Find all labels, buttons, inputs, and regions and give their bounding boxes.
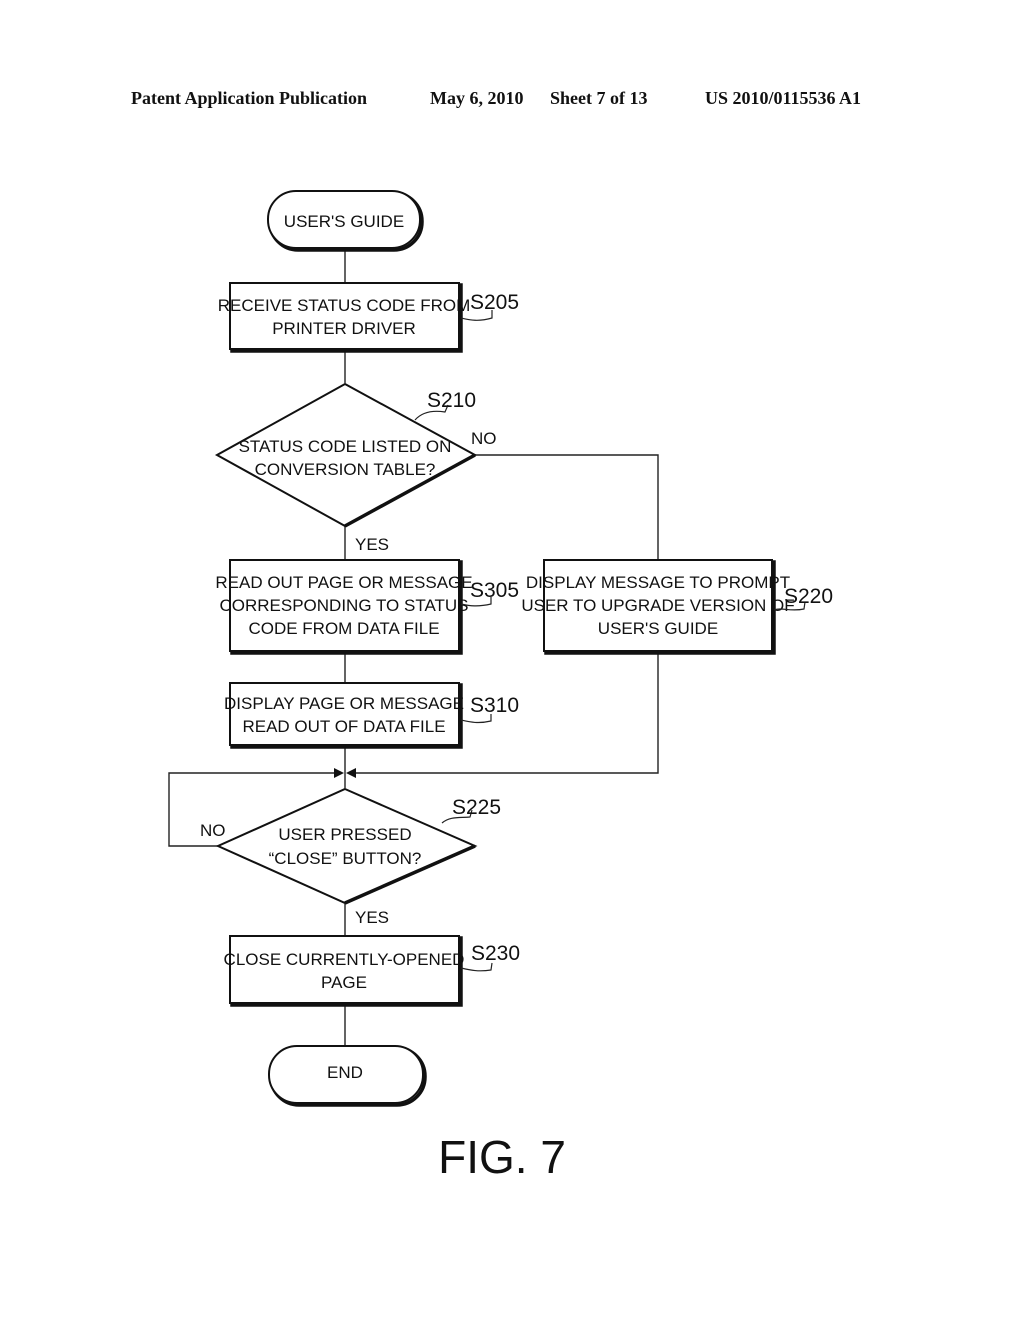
s305-line-3: CODE FROM DATA FILE: [248, 619, 439, 638]
s210-yes-label: YES: [355, 535, 389, 554]
step-s205-box: RECEIVE STATUS CODE FROM PRINTER DRIVER: [218, 282, 471, 353]
s225-line-2: “CLOSE” BUTTON?: [269, 849, 422, 868]
s230-step-label: S230: [471, 942, 520, 965]
s220-line-2: USER TO UPGRADE VERSION OF: [521, 596, 794, 615]
step-s220-box: DISPLAY MESSAGE TO PROMPT USER TO UPGRAD…: [521, 559, 795, 655]
s225-step-label: S225: [452, 796, 501, 819]
s210-no-label: NO: [471, 429, 497, 448]
s220-line-1: DISPLAY MESSAGE TO PROMPT: [526, 573, 790, 592]
s230-line-1: CLOSE CURRENTLY-OPENED: [224, 950, 465, 969]
s210-step-label: S210: [427, 389, 476, 412]
connector-s210-no-s220: [475, 454, 659, 560]
s310-line-2: READ OUT OF DATA FILE: [242, 717, 445, 736]
s305-line-2: CORRESPONDING TO STATUS: [219, 596, 468, 615]
s205-line-2: PRINTER DRIVER: [272, 319, 416, 338]
s230-line-2: PAGE: [321, 973, 367, 992]
s310-line-1: DISPLAY PAGE OR MESSAGE: [224, 694, 464, 713]
s225-line-1: USER PRESSED: [278, 825, 411, 844]
s225-no-label: NO: [200, 821, 226, 840]
merge-arrow-right-icon: [346, 768, 356, 778]
s210-line-1: STATUS CODE LISTED ON: [239, 437, 452, 456]
step-s310-box: DISPLAY PAGE OR MESSAGE READ OUT OF DATA…: [224, 682, 464, 749]
step-s230-box: CLOSE CURRENTLY-OPENED PAGE: [224, 935, 465, 1007]
s220-step-label: S220: [784, 585, 833, 608]
step-s305-box: READ OUT PAGE OR MESSAGE CORRESPONDING T…: [215, 559, 473, 655]
s205-step-label: S205: [470, 291, 519, 314]
figure-label: FIG. 7: [438, 1131, 566, 1183]
s225-yes-label: YES: [355, 908, 389, 927]
start-text: USER'S GUIDE: [284, 212, 404, 231]
s220-line-3: USER'S GUIDE: [598, 619, 718, 638]
s305-step-label: S305: [470, 579, 519, 602]
s210-line-2: CONVERSION TABLE?: [255, 460, 436, 479]
merge-arrow-left-icon: [334, 768, 344, 778]
flowchart: USER'S GUIDE RECEIVE STATUS CODE FROM PR…: [168, 190, 833, 1183]
end-text: END: [327, 1063, 363, 1082]
end-terminal: END: [268, 1045, 427, 1107]
s310-step-label: S310: [470, 694, 519, 717]
decision-s225: USER PRESSED “CLOSE” BUTTON?: [215, 787, 478, 905]
start-terminal: USER'S GUIDE: [267, 190, 424, 252]
s205-line-1: RECEIVE STATUS CODE FROM: [218, 296, 471, 315]
s305-line-1: READ OUT PAGE OR MESSAGE: [215, 573, 472, 592]
